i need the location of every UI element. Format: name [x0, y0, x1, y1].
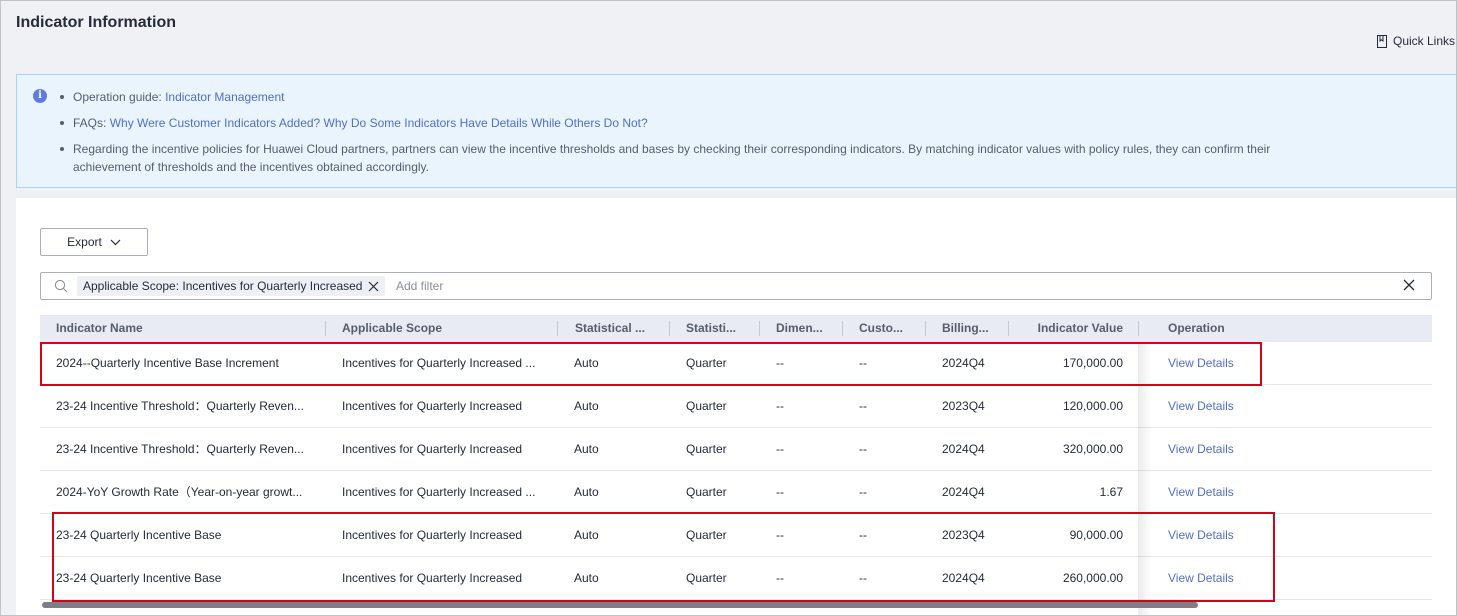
- cell-customer: --: [859, 399, 867, 413]
- cell-applicable-scope: Incentives for Quarterly Increased: [342, 571, 523, 585]
- view-details-link[interactable]: View Details: [1168, 571, 1234, 585]
- view-details-link[interactable]: View Details: [1168, 356, 1234, 370]
- export-label: Export: [67, 235, 102, 249]
- cell-statistical-period: Quarter: [686, 356, 727, 370]
- cell-applicable-scope: Incentives for Quarterly Increased ...: [342, 356, 536, 370]
- info-item-policy: Regarding the incentive policies for Hua…: [60, 140, 1293, 176]
- cell-billing: 2024Q4: [942, 571, 985, 585]
- cell-customer: --: [859, 528, 867, 542]
- cell-applicable-scope: Incentives for Quarterly Increased: [342, 399, 523, 413]
- quick-links-button[interactable]: Quick Links: [1376, 34, 1455, 48]
- cell-customer: --: [859, 442, 867, 456]
- cell-customer: --: [859, 485, 867, 499]
- cell-statistical-period: Quarter: [686, 528, 727, 542]
- guide-prefix: Operation guide:: [73, 90, 166, 104]
- info-list: Operation guide: Indicator Management FA…: [60, 88, 1293, 184]
- indicator-table: Indicator Name Applicable Scope Statisti…: [40, 315, 1432, 616]
- add-filter-input[interactable]: [396, 276, 1296, 296]
- column-header-billing[interactable]: Billing...: [942, 315, 1000, 342]
- cell-indicator-value: 260,000.00: [1062, 571, 1123, 585]
- cell-customer: --: [859, 356, 867, 370]
- cell-dimension: --: [776, 442, 784, 456]
- page-title: Indicator Information: [16, 14, 176, 31]
- indicator-card: Export Applicable Scope: Incentives for …: [16, 198, 1457, 616]
- table-row: 23-24 Incentive Threshold：Quarterly Reve…: [40, 428, 1432, 471]
- cell-indicator-value: 90,000.00: [1069, 528, 1123, 542]
- table-row: 2024--Quarterly Incentive Base Increment…: [40, 342, 1432, 385]
- info-item-faq: FAQs: Why Were Customer Indicators Added…: [60, 114, 1293, 132]
- column-header-customer[interactable]: Custo...: [859, 315, 917, 342]
- table-row: 23-24 Quarterly Incentive Base Incentive…: [40, 514, 1432, 557]
- table-body: 2024--Quarterly Incentive Base Increment…: [40, 342, 1432, 616]
- cell-billing: 2024Q4: [942, 356, 985, 370]
- faq-link[interactable]: Why Were Customer Indicators Added? Why …: [110, 116, 648, 130]
- column-header-applicable-scope[interactable]: Applicable Scope: [342, 315, 552, 342]
- cell-statistical-method: Auto: [574, 399, 599, 413]
- table-row: 23-24 Incentive Threshold：Quarterly Reve…: [40, 385, 1432, 428]
- view-details-link[interactable]: View Details: [1168, 528, 1234, 542]
- cell-statistical-method: Auto: [574, 571, 599, 585]
- cell-statistical-period: Quarter: [686, 571, 727, 585]
- cell-customer: --: [859, 571, 867, 585]
- cell-indicator-name: 2024-YoY Growth Rate（Year-on-year growt.…: [56, 485, 303, 499]
- filter-bar[interactable]: Applicable Scope: Incentives for Quarter…: [40, 272, 1432, 300]
- cell-dimension: --: [776, 399, 784, 413]
- cell-indicator-value: 170,000.00: [1062, 356, 1123, 370]
- faq-prefix: FAQs:: [73, 116, 110, 130]
- column-header-indicator-value[interactable]: Indicator Value: [1030, 315, 1123, 342]
- cell-statistical-method: Auto: [574, 528, 599, 542]
- cell-statistical-period: Quarter: [686, 399, 727, 413]
- cell-indicator-value: 120,000.00: [1062, 399, 1123, 413]
- indicator-management-link[interactable]: Indicator Management: [165, 90, 284, 104]
- policy-text: Regarding the incentive policies for Hua…: [73, 142, 1271, 174]
- cell-billing: 2024Q4: [942, 485, 985, 499]
- info-icon: i: [33, 89, 47, 103]
- table-header: Indicator Name Applicable Scope Statisti…: [40, 315, 1432, 342]
- cell-statistical-method: Auto: [574, 485, 599, 499]
- horizontal-scrollbar[interactable]: [42, 602, 1198, 608]
- quick-links-label: Quick Links: [1393, 34, 1456, 48]
- cell-indicator-name: 23-24 Quarterly Incentive Base: [56, 571, 222, 585]
- cell-statistical-method: Auto: [574, 442, 599, 456]
- cell-indicator-value: 320,000.00: [1062, 442, 1123, 456]
- table-row: 2024-YoY Growth Rate（Year-on-year growt.…: [40, 471, 1432, 514]
- view-details-link[interactable]: View Details: [1168, 442, 1234, 456]
- cell-indicator-name: 23-24 Quarterly Incentive Base: [56, 528, 222, 542]
- cell-indicator-name: 2024--Quarterly Incentive Base Increment: [56, 356, 279, 370]
- cell-applicable-scope: Incentives for Quarterly Increased: [342, 442, 523, 456]
- cell-dimension: --: [776, 528, 784, 542]
- view-details-link[interactable]: View Details: [1168, 399, 1234, 413]
- cell-dimension: --: [776, 485, 784, 499]
- cell-billing: 2023Q4: [942, 399, 985, 413]
- cell-indicator-name: 23-24 Incentive Threshold：Quarterly Reve…: [56, 399, 304, 413]
- chevron-down-icon: [110, 235, 121, 249]
- filter-tag-applicable-scope: Applicable Scope: Incentives for Quarter…: [77, 276, 386, 296]
- column-header-statistical-method[interactable]: Statistical ...: [575, 315, 665, 342]
- close-icon[interactable]: [368, 281, 379, 292]
- info-item-guide: Operation guide: Indicator Management: [60, 88, 1293, 106]
- cell-billing: 2024Q4: [942, 442, 985, 456]
- column-header-indicator-name[interactable]: Indicator Name: [56, 315, 316, 342]
- cell-statistical-period: Quarter: [686, 485, 727, 499]
- cell-indicator-value: 1.67: [1099, 485, 1123, 499]
- filter-tag-label: Applicable Scope: Incentives for Quarter…: [83, 279, 363, 293]
- cell-applicable-scope: Incentives for Quarterly Increased ...: [342, 485, 536, 499]
- bookmark-icon: [1376, 34, 1388, 48]
- cell-applicable-scope: Incentives for Quarterly Increased: [342, 528, 523, 542]
- cell-statistical-period: Quarter: [686, 442, 727, 456]
- column-header-dimension[interactable]: Dimen...: [776, 315, 834, 342]
- view-details-link[interactable]: View Details: [1168, 485, 1234, 499]
- cell-statistical-method: Auto: [574, 356, 599, 370]
- export-button[interactable]: Export: [40, 228, 148, 256]
- cell-dimension: --: [776, 356, 784, 370]
- column-header-operation: Operation: [1168, 321, 1225, 335]
- cell-indicator-name: 23-24 Incentive Threshold：Quarterly Reve…: [56, 442, 304, 456]
- table-row: 23-24 Quarterly Incentive Base Incentive…: [40, 557, 1432, 600]
- clear-filter-icon[interactable]: [1403, 279, 1415, 291]
- cell-billing: 2023Q4: [942, 528, 985, 542]
- search-icon: [54, 279, 68, 296]
- column-header-statistical-period[interactable]: Statisti...: [686, 315, 752, 342]
- info-banner: i Operation guide: Indicator Management …: [16, 74, 1457, 188]
- cell-dimension: --: [776, 571, 784, 585]
